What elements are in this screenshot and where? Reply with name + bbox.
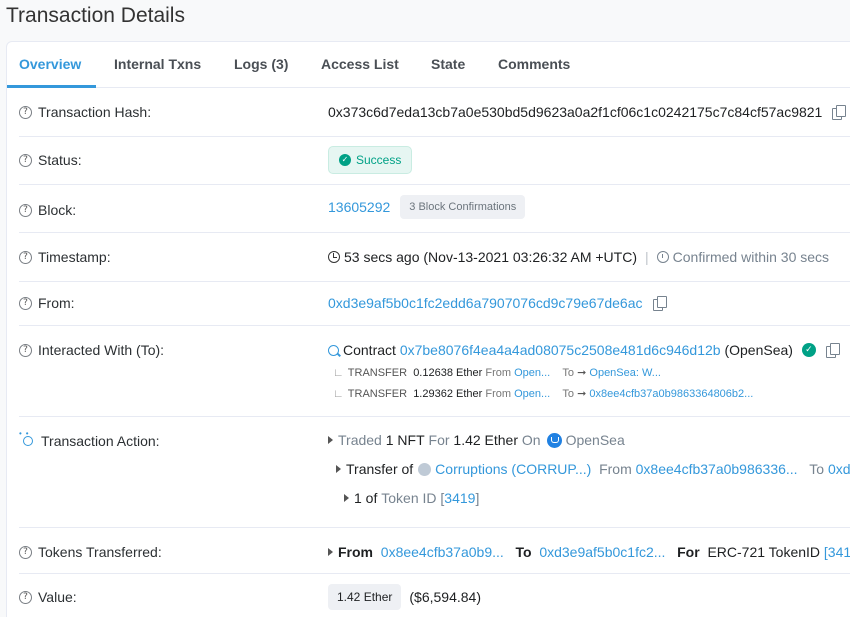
timer-icon: [656, 251, 669, 263]
status-badge: ✓ Success: [328, 146, 413, 174]
transfer-to-link[interactable]: 0x8ee4cfb37a0b9863364806b2...: [589, 388, 753, 400]
value-usd: ($6,594.84): [409, 589, 481, 605]
action-line-3: 1 of Token ID [ 3419 ]: [344, 490, 479, 506]
transaction-card: Overview Internal Txns Logs (3) Access L…: [6, 41, 850, 617]
caret-right-icon: [344, 494, 349, 502]
token-id-link[interactable]: 3419: [444, 490, 475, 506]
confirmed-within-text: Confirmed within 30 secs: [672, 249, 830, 265]
question-icon[interactable]: ?: [19, 153, 32, 167]
separator: |: [645, 249, 649, 265]
internal-transfer-1: ∟ TRANSFER 0.12638 Ether From Open... To…: [333, 366, 661, 380]
block-number-link[interactable]: 13605292: [328, 199, 390, 215]
contract-name: (OpenSea): [724, 342, 793, 358]
transfer-from-link[interactable]: Open...: [514, 388, 550, 400]
row-transaction-hash: ? Transaction Hash: 0x373c6d7eda13cb7a0e…: [19, 88, 850, 137]
copy-icon[interactable]: [832, 105, 847, 120]
from-label: From:: [38, 295, 75, 311]
question-icon[interactable]: ?: [19, 343, 32, 357]
row-interacted-with: ? Interacted With (To): Contract 0x7be80…: [19, 326, 850, 417]
tab-state[interactable]: State: [431, 56, 465, 72]
magnifier-icon: [328, 344, 339, 356]
contract-prefix: Contract: [343, 342, 396, 358]
row-tokens-transferred: ? Tokens Transferred: From 0x8ee4cfb37a0…: [19, 528, 850, 574]
arrow-right-icon: ➞: [577, 367, 587, 379]
action-label: Transaction Action:: [41, 433, 160, 449]
tab-logs[interactable]: Logs (3): [234, 56, 288, 72]
token-link[interactable]: Corruptions (CORRUP...): [435, 461, 591, 477]
copy-icon[interactable]: [825, 343, 840, 358]
question-icon[interactable]: ?: [19, 203, 32, 217]
caret-right-icon: [336, 465, 341, 473]
row-transaction-action: Transaction Action: Traded 1 NFT For 1.4…: [19, 417, 850, 528]
row-from: ? From: 0xd3e9af5b0c1fc2edd6a7907076cd9c…: [19, 282, 850, 326]
question-icon[interactable]: ?: [19, 250, 32, 264]
tokens-to-link[interactable]: 0xd3e9af5b0c1fc2...: [539, 544, 665, 560]
block-confirmations-badge: 3 Block Confirmations: [400, 195, 526, 219]
question-icon[interactable]: ?: [19, 296, 32, 310]
verified-icon: ✓: [801, 343, 816, 357]
check-circle-icon: ✓: [339, 154, 351, 166]
tab-overview[interactable]: Overview: [19, 56, 81, 72]
transfer-from-link[interactable]: Open...: [514, 367, 550, 379]
caret-right-icon: [328, 436, 333, 444]
internal-transfer-2: ∟ TRANSFER 1.29362 Ether From Open... To…: [333, 387, 754, 401]
token-icon: [418, 462, 432, 476]
value-label: Value:: [38, 589, 77, 605]
tab-access-list[interactable]: Access List: [321, 56, 399, 72]
lightbulb-icon: [19, 429, 37, 449]
question-icon[interactable]: ?: [19, 545, 32, 559]
corner-icon: ∟: [333, 387, 344, 400]
clock-icon: [328, 251, 340, 263]
action-line-1: Traded 1 NFT For 1.42 Ether On OpenSea: [328, 432, 625, 448]
tab-internal-txns[interactable]: Internal Txns: [114, 56, 201, 72]
block-label: Block:: [38, 202, 77, 218]
row-block: ? Block: 13605292 3 Block Confirmations: [19, 185, 850, 233]
action-line-2: Transfer of Corruptions (CORRUP...) From…: [336, 461, 850, 477]
tokens-from-link[interactable]: 0x8ee4cfb37a0b9...: [381, 544, 504, 560]
row-status: ? Status: ✓ Success: [19, 137, 850, 185]
timestamp-value: 53 secs ago (Nov-13-2021 03:26:32 AM +UT…: [344, 249, 637, 265]
question-icon[interactable]: ?: [19, 590, 32, 604]
corner-icon: ∟: [333, 366, 344, 379]
row-value: ? Value: 1.42 Ether ($6,594.84): [19, 574, 850, 617]
timestamp-label: Timestamp:: [38, 249, 111, 265]
question-icon[interactable]: ?: [19, 105, 32, 119]
caret-right-icon: [328, 548, 333, 556]
copy-icon[interactable]: [652, 296, 667, 311]
row-timestamp: ? Timestamp: 53 secs ago (Nov-13-2021 03…: [19, 233, 850, 282]
action-to-link[interactable]: 0xd: [828, 461, 850, 477]
contract-address-link[interactable]: 0x7be8076f4ea4a4ad08075c2508e481d6c946d1…: [400, 342, 721, 358]
transaction-hash-value: 0x373c6d7eda13cb7a0e530bd5d9623a0a2f1cf0…: [328, 104, 823, 120]
tab-bar: Overview Internal Txns Logs (3) Access L…: [7, 42, 850, 88]
action-from-link[interactable]: 0x8ee4cfb37a0b986336...: [636, 461, 798, 477]
transfer-to-link[interactable]: OpenSea: W...: [589, 367, 661, 379]
arrow-right-icon: ➞: [577, 388, 587, 400]
value-amount-badge: 1.42 Ether: [328, 584, 402, 610]
status-label: Status:: [38, 152, 82, 168]
from-address-link[interactable]: 0xd3e9af5b0c1fc2edd6a7907076cd9c79e67de6…: [328, 295, 643, 311]
tab-comments[interactable]: Comments: [498, 56, 570, 72]
tokens-id-link[interactable]: [341: [824, 544, 850, 560]
hash-label: Transaction Hash:: [38, 104, 152, 120]
status-value: Success: [356, 153, 402, 167]
opensea-link[interactable]: OpenSea: [566, 432, 625, 448]
opensea-logo-icon: [546, 432, 562, 448]
tokens-label: Tokens Transferred:: [38, 544, 162, 560]
page-title: Transaction Details: [6, 4, 185, 27]
interacted-label: Interacted With (To):: [38, 342, 165, 358]
